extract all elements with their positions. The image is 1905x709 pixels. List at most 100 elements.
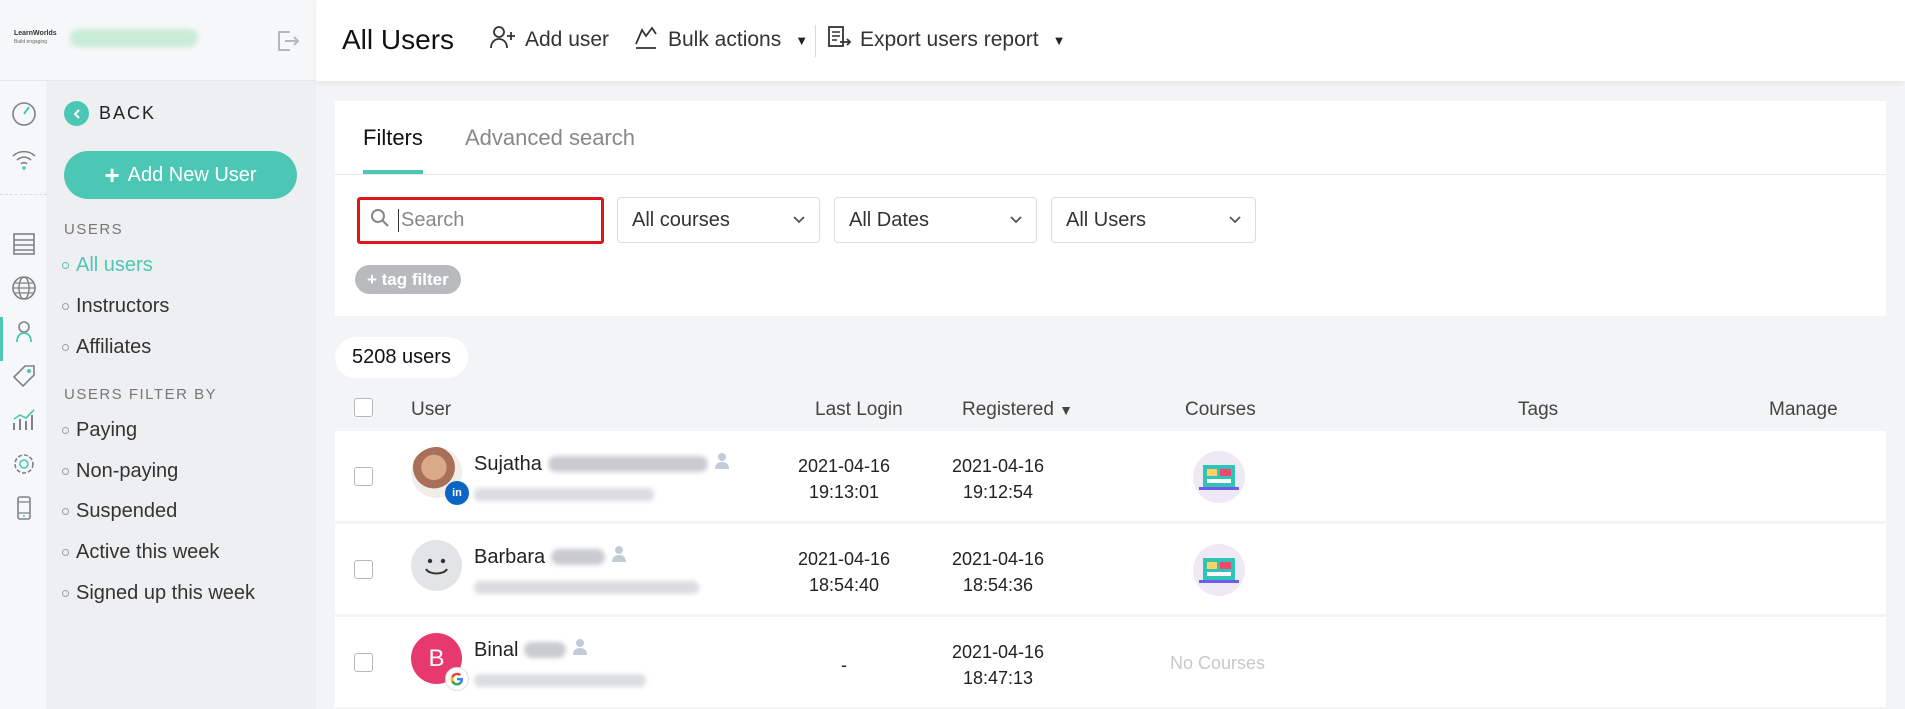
last-login-date: -	[841, 655, 847, 675]
export-report-label: Export users report	[860, 28, 1039, 51]
sidebar-item-affiliates[interactable]: Affiliates	[62, 336, 151, 359]
logo[interactable]: LearnWorlds Build engaging	[14, 30, 57, 46]
sort-desc-icon: ▼	[1059, 402, 1074, 418]
user-name[interactable]: Sujatha	[474, 452, 730, 476]
export-users-report-button[interactable]: Export users report ▼	[826, 24, 1065, 56]
sidebar-item-suspended[interactable]: Suspended	[62, 500, 177, 523]
select-all-checkbox[interactable]	[354, 398, 373, 417]
dates-select[interactable]: All Dates	[834, 197, 1037, 243]
row-checkbox[interactable]	[354, 653, 373, 672]
sidebar-item-label: Paying	[76, 419, 138, 441]
registered-cell: 2021-04-16 18:47:13	[943, 639, 1053, 691]
column-header-courses: Courses	[1185, 399, 1256, 420]
no-courses-text: No Courses	[1170, 653, 1266, 673]
google-icon	[445, 667, 469, 691]
user-last-name-blurred	[551, 549, 606, 565]
users-type-select[interactable]: All Users	[1051, 197, 1256, 243]
sidebar-item-non-paying[interactable]: Non-paying	[62, 460, 178, 483]
table-row[interactable]: in Sujatha 2021-04-16 19:13:01 2021-04-1…	[335, 431, 1886, 521]
course-thumbnail[interactable]	[1193, 544, 1245, 596]
bullet-icon	[62, 303, 69, 310]
avatar-letter: B	[428, 644, 445, 672]
chevron-down-icon	[793, 213, 805, 227]
rail-active-indicator	[0, 317, 3, 361]
add-new-user-button[interactable]: + Add New User	[64, 151, 297, 199]
plus-icon: +	[104, 160, 120, 190]
tag-filter-button[interactable]: + tag filter	[355, 265, 461, 294]
users-section-title: USERS	[64, 221, 124, 238]
course-thumbnail[interactable]	[1193, 451, 1245, 503]
row-checkbox[interactable]	[354, 467, 373, 486]
icon-rail	[0, 81, 47, 709]
caret-down-icon: ▼	[1052, 32, 1066, 48]
users-select-value: All Users	[1066, 208, 1147, 231]
user-name[interactable]: Binal	[474, 638, 588, 662]
sidebar-item-paying[interactable]: Paying	[62, 419, 137, 442]
sidebar-item-all-users[interactable]: All users	[62, 254, 153, 277]
filter-panel: Filters Advanced search All courses All …	[335, 101, 1886, 316]
settings-icon[interactable]	[11, 451, 37, 477]
users-icon[interactable]	[11, 319, 37, 345]
add-user-button[interactable]: Add user	[489, 24, 609, 56]
search-icon	[370, 208, 390, 233]
mobile-icon[interactable]	[11, 495, 37, 521]
caret-down-icon: ▼	[795, 32, 809, 48]
dashboard-gauge-icon[interactable]	[11, 101, 37, 127]
person-icon	[611, 545, 627, 569]
users-count-badge: 5208 users	[335, 337, 468, 378]
pages-icon[interactable]	[11, 231, 37, 257]
tab-filters[interactable]: Filters	[363, 125, 423, 174]
user-name[interactable]: Barbara	[474, 545, 627, 569]
user-email-blurred	[474, 488, 654, 501]
column-header-last-login[interactable]: Last Login	[815, 399, 903, 421]
page-title: All Users	[342, 24, 455, 55]
back-button[interactable]: BACK	[64, 101, 156, 126]
sidebar-item-label: All users	[76, 254, 153, 276]
row-checkbox[interactable]	[354, 560, 373, 579]
sidebar-item-signed-up-this-week[interactable]: Signed up this week	[62, 582, 255, 605]
person-icon	[714, 452, 730, 476]
search-box[interactable]	[357, 197, 604, 244]
sidebar-item-label: Non-paying	[76, 460, 179, 482]
column-header-tags: Tags	[1518, 399, 1559, 420]
linkedin-icon: in	[445, 481, 469, 505]
sidebar-item-label: Suspended	[76, 500, 178, 522]
column-header-registered[interactable]: Registered ▼	[962, 399, 1073, 421]
last-login-time: 18:54:40	[808, 575, 880, 595]
top-bar: All Users Add user Bulk actions ▼ Export…	[316, 0, 1905, 81]
sidebar-item-active-this-week[interactable]: Active this week	[62, 541, 219, 564]
column-header-user[interactable]: User	[411, 399, 451, 421]
analytics-icon[interactable]	[11, 407, 37, 433]
logout-icon[interactable]	[276, 30, 300, 57]
courses-select[interactable]: All courses	[617, 197, 820, 243]
dates-select-value: All Dates	[849, 208, 930, 231]
registered-cell: 2021-04-16 19:12:54	[943, 453, 1053, 505]
user-email-blurred	[474, 581, 699, 594]
bullet-icon	[62, 427, 69, 434]
table-row[interactable]: B Binal - 2021-04-16 18:47:13 No Courses	[335, 617, 1886, 707]
person-icon	[572, 638, 588, 662]
filter-section-title: USERS FILTER BY	[64, 386, 218, 403]
chevron-down-icon	[1229, 213, 1241, 227]
courses-select-value: All courses	[632, 208, 730, 231]
sidebar-item-label: Affiliates	[76, 336, 152, 358]
bullet-icon	[62, 344, 69, 351]
registered-date: 2021-04-16	[951, 456, 1045, 476]
table-header: User Last Login Registered ▼ Courses Tag…	[335, 391, 1886, 431]
tag-icon[interactable]	[11, 363, 37, 389]
sidebar-item-instructors[interactable]: Instructors	[62, 295, 169, 318]
logo-subtext: Build engaging	[14, 39, 48, 45]
registered-time: 18:54:36	[962, 575, 1034, 595]
last-login-date: 2021-04-16	[797, 549, 891, 569]
wifi-icon[interactable]	[11, 147, 37, 173]
toolbar-divider	[815, 25, 816, 57]
bulk-actions-button[interactable]: Bulk actions ▼	[632, 24, 808, 56]
search-input[interactable]	[398, 209, 588, 232]
account-name-blurred[interactable]	[70, 29, 198, 47]
brand-header: LearnWorlds Build engaging	[0, 0, 316, 81]
table-row[interactable]: Barbara 2021-04-16 18:54:40 2021-04-16 1…	[335, 524, 1886, 614]
avatar-smiley-icon[interactable]	[411, 540, 462, 591]
tab-advanced-search[interactable]: Advanced search	[465, 125, 635, 170]
chevron-left-icon	[64, 101, 89, 126]
globe-icon[interactable]	[11, 275, 37, 301]
